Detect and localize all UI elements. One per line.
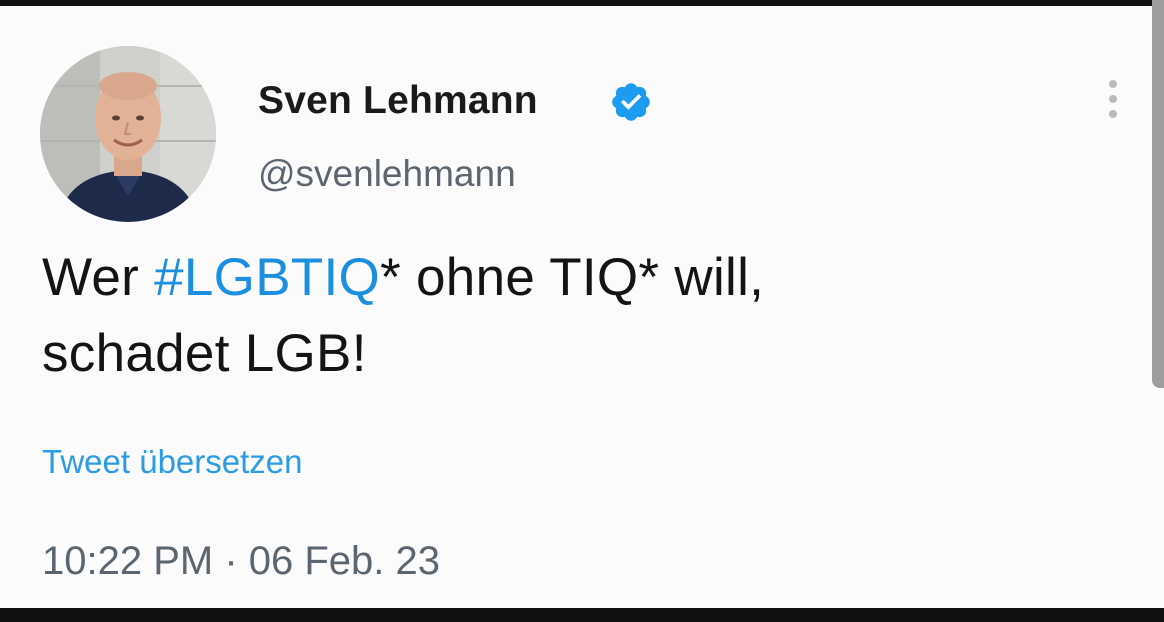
tweet-text-line2: schadet LGB! xyxy=(42,324,367,383)
bottom-border xyxy=(0,608,1164,622)
tweet-text: Wer #LGBTIQ* ohne TIQ* will, schadet LGB… xyxy=(42,240,1122,392)
user-handle[interactable]: @svenlehmann xyxy=(258,152,516,196)
verified-badge-icon xyxy=(612,83,650,121)
scrollbar[interactable] xyxy=(1152,0,1164,388)
top-border xyxy=(0,0,1164,6)
tweet-text-line1-rest: * ohne TIQ* will, xyxy=(380,248,765,307)
avatar[interactable] xyxy=(40,46,216,222)
tweet-date: 06 Feb. 23 xyxy=(248,539,441,583)
timestamp[interactable]: 10:22 PM · 06 Feb. 23 xyxy=(42,536,440,586)
hashtag-link[interactable]: #LGBTIQ xyxy=(154,248,380,307)
more-vertical-icon[interactable] xyxy=(1100,74,1126,124)
avatar-photo xyxy=(40,46,216,222)
display-name[interactable]: Sven Lehmann xyxy=(258,78,538,124)
tweet-time: 10:22 PM xyxy=(42,539,214,583)
tweet-text-prefix: Wer xyxy=(42,248,155,307)
timestamp-separator: · xyxy=(213,539,249,583)
translate-tweet-link[interactable]: Tweet übersetzen xyxy=(42,440,303,484)
tweet-screenshot: Sven Lehmann @svenlehmann Wer #LGBTIQ* o… xyxy=(0,0,1164,622)
